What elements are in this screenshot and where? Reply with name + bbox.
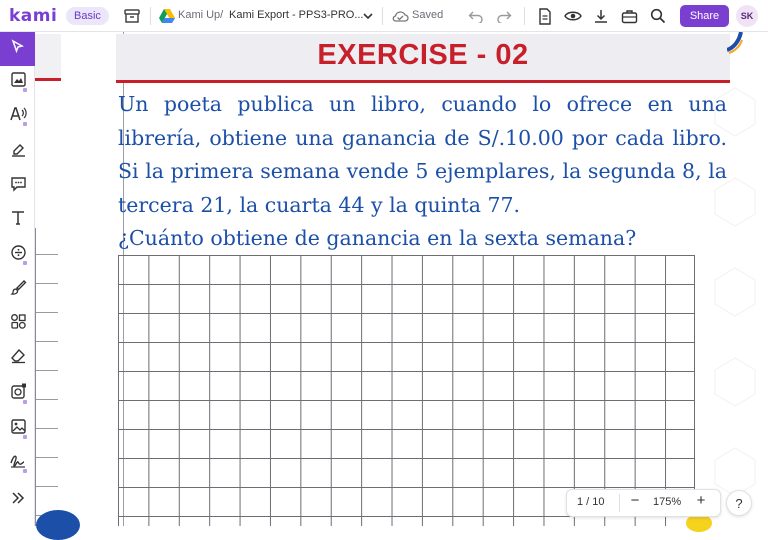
comment-icon xyxy=(10,175,27,197)
highlighter-tool[interactable] xyxy=(6,140,30,164)
equation-tool[interactable] xyxy=(6,243,30,267)
toolbar-divider xyxy=(524,7,525,25)
file-name[interactable]: Kami Export - PPS3-PRO... xyxy=(229,9,363,21)
hexagon-pattern xyxy=(714,87,756,497)
previous-page-header xyxy=(35,34,61,81)
drawing-tool[interactable] xyxy=(6,278,30,302)
problem-text: Un poeta publica un libro, cuando lo ofr… xyxy=(118,92,727,217)
save-status: Saved xyxy=(412,9,444,21)
tool-badge xyxy=(23,435,27,439)
breadcrumb-root[interactable]: Kami Up/ xyxy=(178,9,223,21)
zoom-controls: 1 / 10 − 175% + xyxy=(566,489,721,517)
plan-badge[interactable]: Basic xyxy=(66,7,109,25)
toolbar-divider xyxy=(382,7,383,25)
select-tool[interactable] xyxy=(0,32,35,66)
download-icon[interactable] xyxy=(591,6,611,26)
signature-tool[interactable] xyxy=(6,451,30,475)
cloud-saved-icon xyxy=(390,6,410,26)
eye-icon[interactable] xyxy=(563,6,583,26)
eraser-icon xyxy=(10,347,27,369)
brush-icon xyxy=(9,279,27,301)
tool-badge xyxy=(23,88,27,92)
shapes-tool[interactable] xyxy=(6,312,30,336)
briefcase-icon[interactable] xyxy=(619,6,639,26)
zoom-out-button[interactable]: − xyxy=(627,492,643,509)
left-tool-panel xyxy=(0,32,35,526)
google-drive-icon xyxy=(157,6,177,26)
double-chevron-right-icon xyxy=(11,491,25,510)
archive-icon[interactable] xyxy=(122,6,142,26)
eraser-tool[interactable] xyxy=(6,346,30,370)
cursor-icon xyxy=(10,38,26,60)
read-aloud-tool[interactable] xyxy=(6,104,30,128)
tool-badge xyxy=(23,122,27,126)
document-icon[interactable] xyxy=(535,6,555,26)
previous-page-lines xyxy=(35,228,58,526)
chevron-down-icon[interactable] xyxy=(358,6,378,26)
zoom-divider xyxy=(619,494,620,512)
page-indicator[interactable]: 1 / 10 xyxy=(577,496,605,508)
shapes-icon xyxy=(10,313,27,335)
add-media-tool[interactable] xyxy=(6,382,30,406)
redo-icon[interactable] xyxy=(494,6,514,26)
decorative-blob xyxy=(36,510,80,540)
text-icon xyxy=(10,209,26,231)
text-tool[interactable] xyxy=(6,208,30,232)
expand-tool[interactable] xyxy=(6,488,30,512)
search-icon[interactable] xyxy=(648,6,668,26)
highlighter-icon xyxy=(10,141,27,163)
toolbar-divider xyxy=(150,7,151,25)
kami-logo[interactable]: kami xyxy=(9,6,57,26)
zoom-in-button[interactable]: + xyxy=(693,492,709,509)
markup-tool[interactable] xyxy=(6,70,30,94)
user-avatar[interactable]: SK xyxy=(736,5,758,27)
zoom-level[interactable]: 175% xyxy=(653,496,681,508)
insert-image-tool[interactable] xyxy=(6,417,30,441)
answer-grid[interactable] xyxy=(118,255,695,526)
tool-badge xyxy=(23,400,27,404)
tool-badge xyxy=(23,469,27,473)
exercise-title: EXERCISE - 02 xyxy=(317,39,529,71)
share-button[interactable]: Share xyxy=(680,5,729,27)
help-button[interactable]: ? xyxy=(726,490,752,516)
top-toolbar: kami Basic Kami Up/ Kami Export - PPS3-P… xyxy=(0,0,768,32)
corner-decoration xyxy=(727,32,743,54)
undo-icon[interactable] xyxy=(466,6,486,26)
comment-tool[interactable] xyxy=(6,174,30,198)
tool-badge xyxy=(23,261,27,265)
question-text: ¿Cuánto obtiene de ganancia en la sexta … xyxy=(118,226,637,250)
problem-statement: Un poeta publica un libro, cuando lo ofr… xyxy=(118,88,727,222)
